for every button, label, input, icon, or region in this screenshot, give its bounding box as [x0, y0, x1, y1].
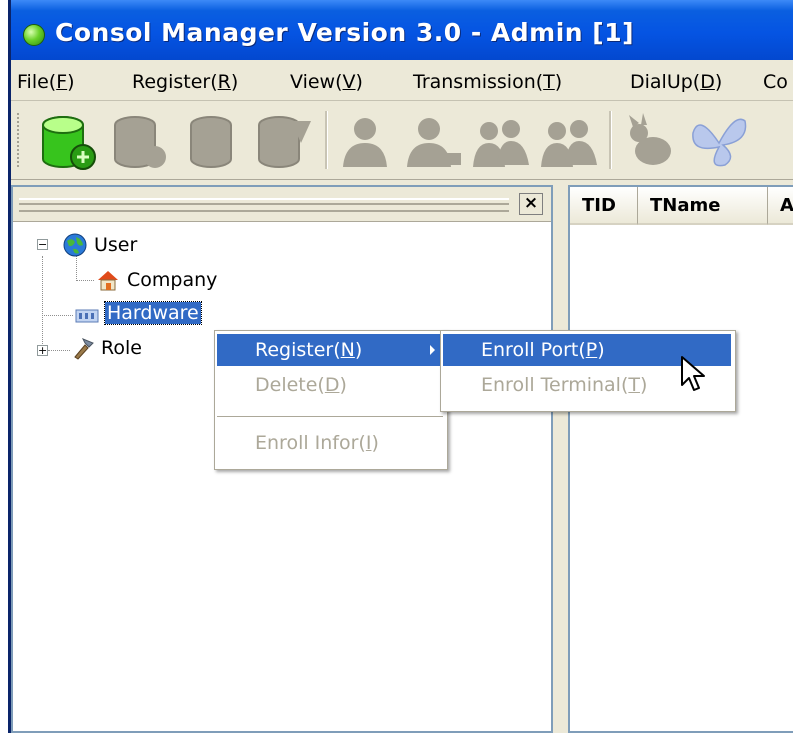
toolbar-grip[interactable] — [17, 113, 23, 167]
user-icon[interactable] — [335, 113, 397, 173]
tree-node-hardware[interactable]: Hardware — [104, 301, 202, 325]
column-header-tid[interactable]: TID — [570, 187, 638, 225]
close-icon[interactable]: × — [519, 193, 543, 215]
column-header-ac[interactable]: Ac — [768, 187, 793, 225]
submenu-arrow-icon — [430, 345, 435, 355]
database-icon[interactable] — [109, 113, 171, 173]
context-menu: Register(N) Delete(D) Enroll Infor(I) — [214, 330, 448, 470]
cylinder-icon[interactable] — [181, 113, 243, 173]
menu-register[interactable]: Register(R) — [132, 71, 238, 93]
globe-icon — [63, 233, 87, 257]
menu-transmission[interactable]: Transmission(T) — [413, 71, 562, 93]
column-header-tname[interactable]: TName — [638, 187, 768, 225]
title-bar[interactable]: Consol Manager Version 3.0 - Admin [1] — [11, 0, 793, 60]
users-group-icon[interactable] — [539, 113, 601, 173]
butterfly-icon[interactable] — [689, 113, 751, 173]
menu-item-delete[interactable]: Delete(D) — [217, 369, 443, 401]
menu-dialup[interactable]: DialUp(D) — [630, 71, 722, 93]
users-icon[interactable] — [471, 113, 533, 173]
app-status-icon — [23, 24, 45, 46]
tools-icon — [71, 337, 95, 361]
menu-bar: File(F) Register(R) View(V) Transmission… — [11, 60, 793, 101]
window-title: Consol Manager Version 3.0 - Admin [1] — [55, 18, 635, 47]
toolbar-separator — [325, 111, 328, 169]
menu-item-enroll-infor[interactable]: Enroll Infor(I) — [217, 427, 443, 459]
collapse-icon[interactable]: − — [37, 239, 48, 250]
menu-more[interactable]: Co — [763, 71, 788, 93]
rabbit-icon[interactable] — [619, 113, 681, 173]
database-refresh-icon[interactable] — [253, 113, 315, 173]
tree-pane-header[interactable]: × — [13, 187, 551, 222]
tree-node-role[interactable]: Role — [101, 337, 142, 359]
database-add-icon[interactable] — [37, 113, 99, 173]
tree-node-company[interactable]: Company — [127, 269, 217, 291]
user-edit-icon[interactable] — [403, 113, 465, 173]
menu-separator — [217, 416, 443, 417]
hardware-icon — [75, 303, 99, 327]
menu-view[interactable]: View(V) — [290, 71, 363, 93]
toolbar-separator — [609, 111, 612, 169]
toolbar — [11, 101, 793, 180]
menu-item-register[interactable]: Register(N) — [217, 334, 443, 366]
menu-file[interactable]: File(F) — [17, 71, 75, 93]
tree-view[interactable]: − User Company Hardware + Role — [13, 221, 551, 731]
house-icon — [96, 268, 120, 292]
expand-icon[interactable]: + — [37, 345, 48, 356]
list-pane: TID TName Ac — [568, 185, 793, 733]
tree-node-user[interactable]: User — [94, 234, 137, 256]
pane-grip[interactable] — [19, 198, 509, 212]
mouse-cursor-icon — [680, 355, 710, 395]
